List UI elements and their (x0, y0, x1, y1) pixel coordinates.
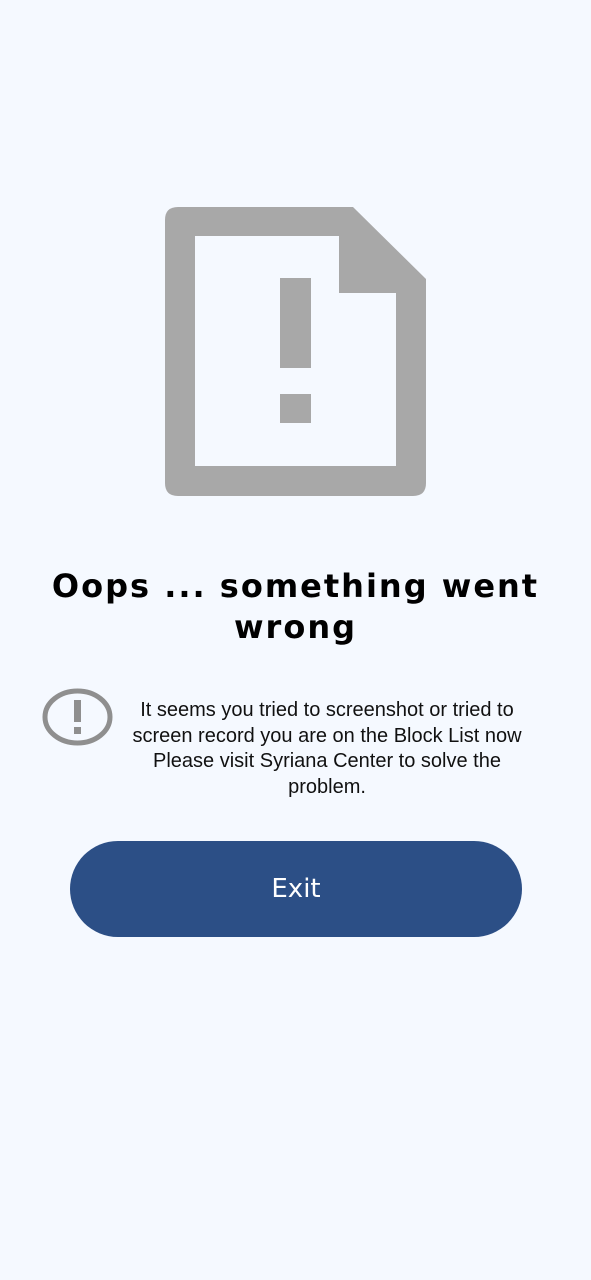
alert-circle-icon (42, 688, 113, 746)
exit-button[interactable]: Exit (70, 841, 522, 937)
error-title: Oops ... something went wrong (51, 567, 540, 646)
error-message-line: It seems you tried to screenshot or trie… (140, 699, 514, 721)
error-message-line: Please visit Syriana Center to solve the (153, 750, 501, 772)
error-message-line: problem. (288, 775, 366, 798)
error-message: It seems you tried to screenshot or trie… (118, 698, 536, 800)
error-message-line: screen record you are on the Block List … (132, 724, 522, 747)
document-alert-icon (165, 207, 426, 496)
